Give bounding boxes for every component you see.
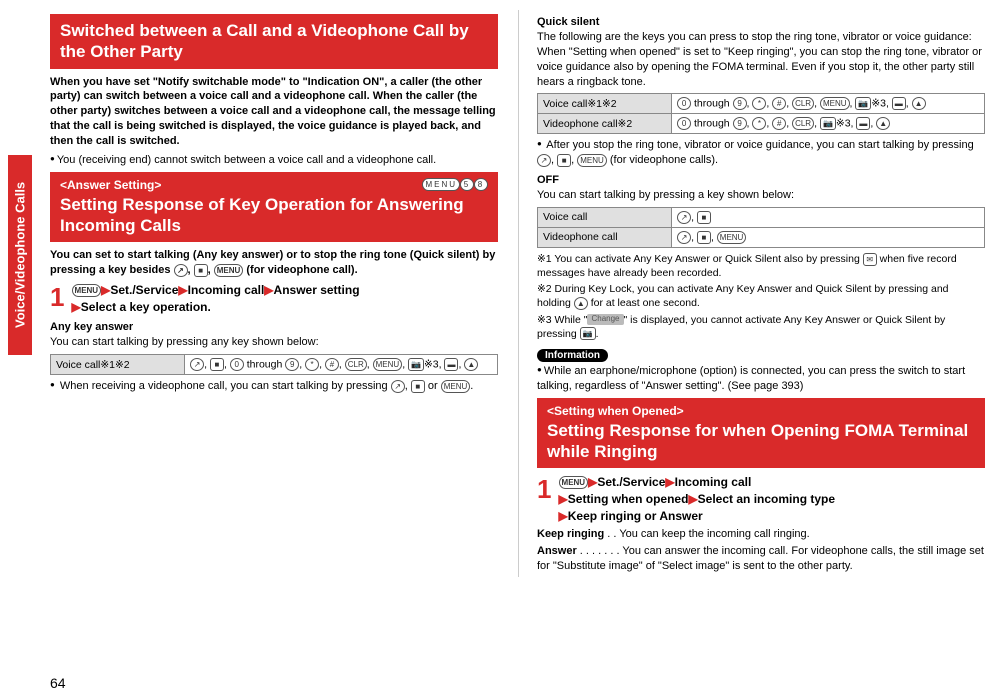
camera-key-icon: 📷 [580,327,596,340]
information-label: Information [537,349,608,362]
menu-keycode-icon: MENU58 [422,178,488,191]
change-badge: Change [587,314,623,325]
bullet-receiving-end: You (receiving end) cannot switch betwee… [50,153,498,168]
up-key-icon: ▲ [574,297,588,310]
center-key-icon: ■ [194,264,208,277]
step-1: 1 MENU▶Set./Service▶Incoming call▶Answer… [50,282,498,316]
menu-key-icon: MENU [559,476,589,489]
quick-silent-text2: When "Setting when opened" is set to "Ke… [537,45,985,90]
menu-key-icon: MENU [72,284,102,297]
intro1: When you have set "Notify switchable mod… [50,75,498,149]
off-heading: OFF [537,174,985,186]
heading2-text: Setting Response of Key Operation for An… [60,194,488,237]
call-key-icon: ↗ [391,380,405,393]
heading-setting-when-opened: <Setting when Opened> Setting Response f… [537,398,985,469]
center-key-icon: ■ [411,380,425,393]
heading1-text: Switched between a Call and a Videophone… [60,20,488,63]
off-table: Voice call ↗, ■ Videophone call ↗, ■, ME… [537,207,985,248]
off-text: You can start talking by pressing a key … [537,188,985,203]
voice-call-label: Voice call※1※2 [51,355,185,375]
any-key-answer-text: You can start talking by pressing any ke… [50,335,498,350]
answer-setting-tag: <Answer Setting> [60,178,161,192]
quick-silent-heading: Quick silent [537,16,985,28]
side-tab: Voice/Videophone Calls [8,155,32,355]
any-key-answer-table: Voice call※1※2 ↗, ■, 0 through 9, *, #, … [50,354,498,375]
heading3-text: Setting Response for when Opening FOMA T… [547,420,975,463]
table-row: Voice call※1※2 ↗, ■, 0 through 9, *, #, … [51,355,498,375]
menu-key-icon: MENU [214,264,244,277]
call-key-icon: ↗ [174,264,188,277]
voice-call-keys: ↗, ■, 0 through 9, *, #, CLR, MENU, 📷※3,… [185,355,498,375]
videophone-anykey-bullet: When receiving a videophone call, you ca… [50,379,498,394]
quick-silent-text1: The following are the keys you can press… [537,30,985,45]
any-key-answer-heading: Any key answer [50,321,498,333]
right-column: Quick silent The following are the keys … [518,10,985,577]
heading-answer-setting: <Answer Setting> MENU58 Setting Response… [50,172,498,243]
table-row: Voice call ↗, ■ [538,207,985,227]
step-number-1: 1 [50,282,64,313]
table-row: Videophone call※2 0 through 9, *, #, CLR… [538,114,985,134]
setting-when-opened-tag: <Setting when Opened> [547,404,684,418]
footnotes: ※1 You can activate Any Key Answer or Qu… [537,252,985,341]
quick-silent-table: Voice call※1※2 0 through 9, *, #, CLR, M… [537,93,985,134]
keep-ringing-row: Keep ringing . . You can keep the incomi… [537,527,985,542]
table-row: Voice call※1※2 0 through 9, *, #, CLR, M… [538,94,985,114]
quick-silent-after-bullet: After you stop the ring tone, vibrator o… [537,138,985,168]
step-number-1: 1 [537,474,551,505]
information-bullet: While an earphone/microphone (option) is… [537,364,985,394]
step-1-right: 1 MENU▶Set./Service▶Incoming call ▶Setti… [537,474,985,524]
left-column: Switched between a Call and a Videophone… [50,10,498,577]
mail-key-icon: ✉ [863,253,877,266]
table-row: Videophone call ↗, ■, MENU [538,227,985,247]
answer-setting-lead: You can set to start talking (Any key an… [50,248,498,278]
answer-row: Answer . . . . . . . You can answer the … [537,544,985,575]
page-number: 64 [50,675,66,691]
heading-switched-call: Switched between a Call and a Videophone… [50,14,498,69]
menu-key-icon: MENU [441,380,471,393]
